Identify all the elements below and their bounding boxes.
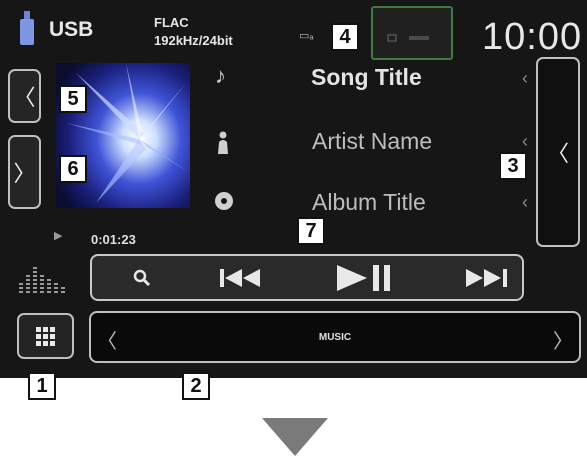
chevron-left-icon: 〈	[546, 141, 569, 166]
chevron-right-icon: 〉	[13, 161, 36, 186]
callout-2: 2	[182, 372, 210, 400]
source-control-bar[interactable]: 〈 MUSIC 〉	[89, 311, 581, 363]
next-track-button[interactable]	[456, 256, 516, 299]
previous-track-button[interactable]	[212, 256, 272, 299]
audio-format: FLAC	[154, 15, 189, 30]
chevron-left-icon: 〈	[13, 85, 36, 110]
playback-time: 0:01:23	[91, 232, 136, 247]
function-panel-tab[interactable]: 〈	[536, 57, 580, 247]
callout-3: 3	[499, 152, 527, 180]
menu-button[interactable]	[17, 313, 74, 359]
chevron-left-icon: ‹	[522, 192, 528, 212]
clock: 10:00	[482, 16, 583, 58]
disc-icon	[215, 192, 233, 210]
music-note-icon: ♪	[215, 63, 226, 88]
usb-icon	[20, 11, 34, 45]
play-pause-icon	[337, 264, 390, 291]
song-title: Song Title	[311, 64, 422, 90]
previous-panel-tab[interactable]: 〈	[8, 69, 41, 123]
search-icon	[133, 269, 151, 286]
thumbnail-placeholder-icon	[387, 34, 429, 42]
album-title: Album Title	[312, 189, 426, 215]
playback-controls	[90, 254, 524, 301]
person-icon	[218, 131, 228, 154]
scroll-down-arrow-icon	[262, 418, 328, 456]
chevron-left-icon: ‹	[522, 68, 528, 88]
callout-1: 1	[28, 372, 56, 400]
chevron-right-icon[interactable]: 〉	[553, 325, 573, 354]
callout-7: 7	[297, 217, 325, 245]
next-panel-tab[interactable]: 〉	[8, 135, 41, 209]
search-button[interactable]	[122, 256, 162, 299]
callout-4: 4	[331, 23, 359, 51]
play-pause-button[interactable]	[330, 256, 400, 299]
artist-name: Artist Name	[312, 128, 433, 154]
album-art-thumbnail[interactable]	[371, 6, 453, 60]
callout-6: 6	[59, 155, 87, 183]
grid-menu-icon	[36, 327, 55, 346]
equalizer-icon[interactable]	[15, 257, 69, 295]
message-icon: ▭ₐ	[299, 30, 314, 42]
sample-rate: 192kHz/24bit	[154, 33, 233, 48]
chevron-left-icon: ‹	[522, 131, 528, 151]
play-state-icon: ▶	[54, 230, 63, 242]
head-unit-screen: USB FLAC 192kHz/24bit ▭ₐ 10:00 〈 〉 ♪ Son…	[0, 0, 587, 378]
source-label: USB	[49, 18, 94, 41]
callout-5: 5	[59, 85, 87, 113]
previous-track-icon	[220, 268, 260, 287]
source-bar-label: MUSIC	[318, 332, 352, 343]
next-track-icon	[466, 268, 507, 287]
